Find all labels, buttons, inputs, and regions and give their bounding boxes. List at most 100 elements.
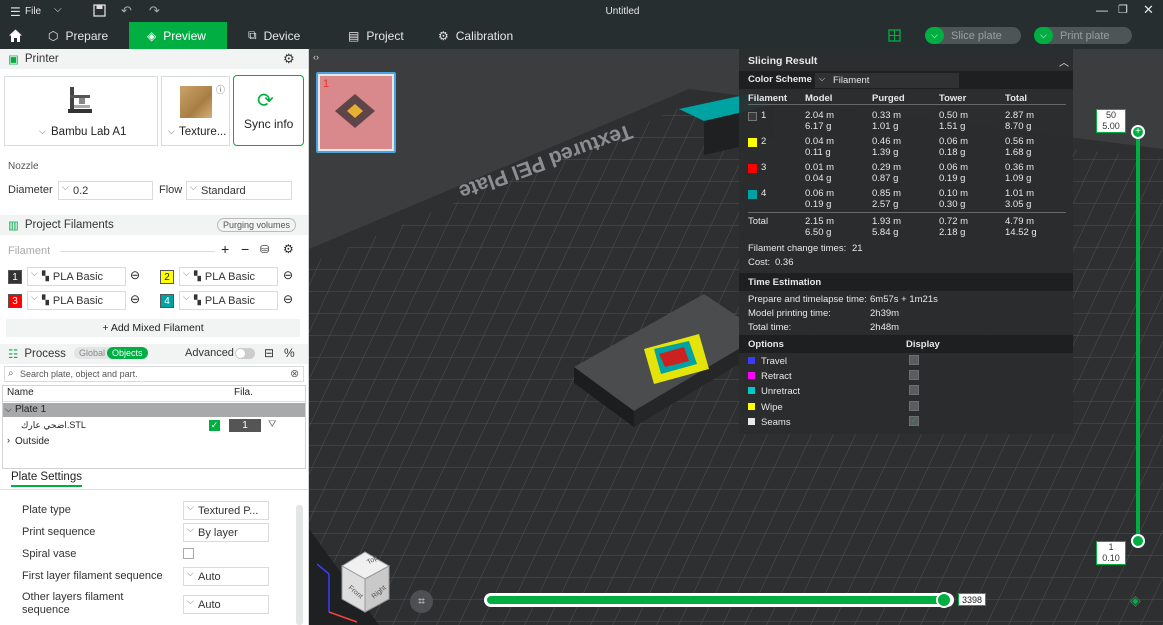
objects-toggle[interactable]: Objects [107,347,148,359]
gear-icon[interactable]: ⚙ [283,51,295,67]
remove-circle-icon[interactable]: ⊖ [283,292,293,306]
sync-info-button[interactable]: ⟳ Sync info [233,75,304,146]
diameter-select[interactable]: 0.2 [58,181,153,200]
clear-search-icon[interactable]: ⊗ [290,367,299,380]
move-slider-track[interactable] [484,593,954,607]
plate-type-label: Plate type [22,504,71,516]
object-visible-checkbox[interactable]: ✓ [209,420,220,431]
flow-select[interactable]: Standard [186,181,292,200]
filament-select[interactable]: ▚PLA Basic [179,291,278,310]
layer-slider-bottom-handle[interactable] [1131,534,1145,548]
tab-project[interactable]: ▤ Project [330,22,428,49]
chevron-down-icon[interactable]: ⌵ [54,4,62,15]
first-layer-sequence-select[interactable]: Auto [183,567,269,586]
chevron-down-icon[interactable]: ⌵ [5,404,12,415]
filament-sync-icon[interactable]: ⛁ [260,243,269,256]
filament-swatch[interactable]: 4 [160,294,174,308]
collapse-icon[interactable]: ︿ [1059,54,1069,69]
left-sidebar: ▣ Printer ⚙ ⌵ Bambu Lab A1 ⓘ ⌵ Texture..… [0,49,309,625]
layer-slider-track[interactable] [1136,131,1140,541]
move-slider-value: 3398 [958,593,986,606]
file-menu[interactable]: File [25,6,41,17]
home-icon[interactable] [8,28,23,43]
object-settings-icon[interactable]: ⛛ [268,419,276,430]
outside-row[interactable]: › Outside [3,435,305,449]
add-filament-icon[interactable]: + [221,241,229,257]
percent-icon[interactable]: % [284,346,295,360]
copy-settings-icon[interactable]: ⊟ [264,346,274,360]
layers-icon[interactable]: ◈ [1130,592,1141,609]
filament-select[interactable]: ▚PLA Basic [27,291,126,310]
gear-icon[interactable]: ⚙ [283,242,294,256]
undo-icon[interactable]: ↶ [121,3,132,19]
plate-row[interactable]: ⌵ Plate 1 [3,403,305,417]
object-search-input[interactable]: ⌕ Search plate, object and part. ⊗ [4,366,304,382]
tab-calibration[interactable]: ⚙ Calibration [420,22,540,49]
remove-filament-icon[interactable]: − [241,241,249,257]
settings-scrollbar[interactable] [296,505,303,625]
calibration-icon: ⚙ [438,28,449,43]
filament-swatch[interactable]: 1 [8,270,22,284]
printer-model-icon [68,87,92,113]
plate-type-selector[interactable]: ⓘ ⌵ Texture... [161,76,230,146]
tab-preview[interactable]: ◈ Preview [129,22,227,49]
restore-icon[interactable]: ❐ [1118,3,1128,16]
spiral-vase-checkbox[interactable] [183,548,194,559]
slicing-result-panel: Slicing Result ︿ Color Scheme ⌵ Filament… [739,49,1073,434]
redo-icon[interactable]: ↷ [149,3,160,19]
close-icon[interactable]: ✕ [1143,2,1154,18]
color-scheme-select[interactable]: ⌵ Filament [815,73,959,88]
plate-type-select[interactable]: Textured P... [183,501,269,520]
options-header: Options Display [739,335,1073,353]
minimize-icon[interactable]: — [1096,3,1108,17]
wipe-display-checkbox[interactable] [909,401,919,411]
print-plate-button[interactable]: ⌵ Print plate [1034,27,1132,44]
change-times-label: Filament change times: [748,243,847,254]
save-icon[interactable] [93,4,106,17]
chevron-down-icon[interactable]: ⌵ [1034,27,1053,44]
filament-select[interactable]: ▚PLA Basic [27,267,126,286]
filament-swatch[interactable]: 2 [160,270,174,284]
travel-display-checkbox[interactable] [909,355,919,365]
layer-slider-top-handle[interactable]: + [1131,125,1145,139]
object-filament-select[interactable]: 1 [229,419,261,432]
remove-circle-icon[interactable]: ⊖ [283,268,293,282]
advanced-toggle[interactable] [235,348,255,359]
plate-view-icon[interactable] [888,29,901,42]
tab-device[interactable]: ⧉ Device [230,22,328,49]
title-bar: ☰ File ⌵ ↶ ↷ Untitled — ❐ ✕ [0,0,1163,22]
add-mixed-filament-button[interactable]: + Add Mixed Filament [6,319,300,337]
slice-plate-button[interactable]: ⌵ Slice plate [925,27,1021,44]
plate-settings-title[interactable]: Plate Settings [11,471,82,487]
object-thumbnail [335,94,375,128]
print-sequence-select[interactable]: By layer [183,523,269,542]
purging-volumes-button[interactable]: Purging volumes [217,218,297,232]
move-slider-handle[interactable] [936,592,952,608]
remove-circle-icon[interactable]: ⊖ [130,292,140,306]
option-seams: Seams ✓ [739,415,1073,430]
cost-label: Cost: [748,257,771,268]
chevron-down-icon[interactable]: ⌵ [925,27,944,44]
unretract-display-checkbox[interactable] [909,385,919,395]
tab-prepare[interactable]: ⬡ Prepare [30,22,128,49]
other-layers-sequence-select[interactable]: Auto [183,595,269,614]
object-name: اضحي عارك.STL [21,420,86,430]
prepare-time-label: Prepare and timelapse time: [748,294,867,305]
printer-selector[interactable]: ⌵ Bambu Lab A1 [4,76,158,146]
collapse-panel-icon[interactable]: ‹› [313,52,319,62]
view-cube[interactable] [317,544,397,624]
filament-select[interactable]: ▚PLA Basic [179,267,278,286]
plate-thumbnail[interactable]: 1 [316,72,396,153]
printer-section-header: ▣ Printer ⚙ [0,49,308,69]
chevron-right-icon[interactable]: › [7,435,10,445]
slicing-result-title: Slicing Result [748,55,818,67]
filament-swatch[interactable]: 3 [8,294,22,308]
option-travel: Travel [739,354,1073,369]
hamburger-icon[interactable]: ☰ [10,5,21,19]
retract-display-checkbox[interactable] [909,370,919,380]
remove-circle-icon[interactable]: ⊖ [130,268,140,282]
object-row[interactable]: اضحي عارك.STL ✓ 1 ⛛ [3,418,305,434]
zoom-fit-icon[interactable]: ⌗ [410,590,433,613]
seams-display-checkbox[interactable]: ✓ [909,416,919,426]
info-icon[interactable]: ⓘ [216,83,225,96]
